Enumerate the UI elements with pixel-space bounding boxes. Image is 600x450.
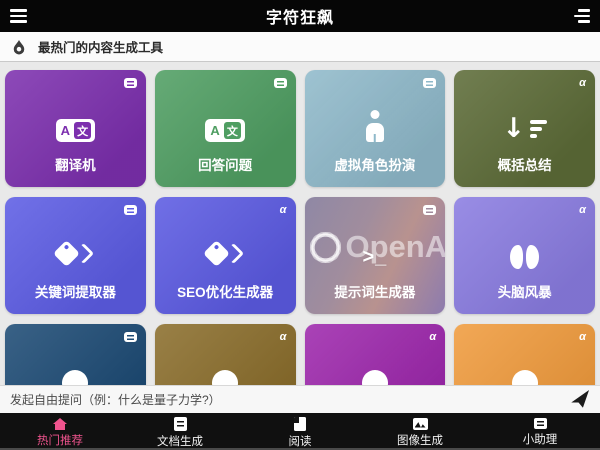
nav-item-reading[interactable]: 阅读 — [240, 413, 360, 450]
top-app-bar: 字符狂飙 — [0, 0, 600, 32]
tool-card-seo-generator[interactable]: α SEO优化生成器 — [155, 197, 296, 314]
tool-icon — [362, 370, 388, 385]
tool-card-label: 头脑风暴 — [498, 281, 552, 298]
nav-item-document-generation[interactable]: 文档生成 — [120, 413, 240, 450]
tool-card-label: 概括总结 — [498, 154, 552, 171]
free-question-bar — [0, 385, 600, 413]
translate-icon: A 文 — [56, 119, 95, 142]
brain-icon — [510, 245, 539, 269]
alpha-badge-icon: α — [579, 78, 586, 88]
chat-bubble-icon — [124, 332, 137, 342]
tool-card-translator[interactable]: A 文 翻译机 — [5, 70, 146, 187]
openai-watermark-text: OpenAI — [346, 229, 446, 265]
hamburger-menu-icon[interactable] — [10, 7, 32, 25]
alpha-badge-icon: α — [280, 205, 287, 215]
document-icon — [174, 417, 187, 431]
tool-icon — [212, 370, 238, 385]
tool-card-label: 翻译机 — [55, 154, 96, 171]
chat-bubble-icon — [423, 205, 436, 215]
options-menu-icon[interactable] — [568, 7, 590, 25]
tool-card-label: 虚拟角色扮演 — [334, 154, 415, 171]
tool-card-label: 提示词生成器 — [334, 281, 415, 298]
tags-icon — [203, 239, 247, 269]
tool-card-prompt-generator[interactable]: OpenAI >_ 提示词生成器 — [305, 197, 446, 314]
book-icon — [294, 417, 306, 431]
tool-card-answer-questions[interactable]: A 文 回答问题 — [155, 70, 296, 187]
chat-bubble-icon — [423, 78, 436, 88]
tags-icon — [53, 239, 97, 269]
translate-icon: A 文 — [205, 119, 244, 142]
person-icon — [360, 110, 390, 142]
tool-card-row3-2[interactable]: α — [155, 324, 296, 385]
nav-item-assistant[interactable]: 小助理 — [480, 413, 600, 450]
alpha-badge-icon: α — [579, 332, 586, 342]
tool-card-label: 关键词提取器 — [35, 281, 116, 298]
nav-item-hot-recommendations[interactable]: 热门推荐 — [0, 413, 120, 450]
fire-icon — [12, 39, 26, 55]
openai-logo-icon — [312, 234, 339, 261]
tool-card-keyword-extractor[interactable]: 关键词提取器 — [5, 197, 146, 314]
tool-card-row3-1[interactable] — [5, 324, 146, 385]
nav-item-image-generation[interactable]: 图像生成 — [360, 413, 480, 450]
section-title: 最热门的内容生成工具 — [38, 37, 163, 56]
tool-icon — [62, 370, 88, 385]
app-root: 字符狂飙 最热门的内容生成工具 A 文 翻译机 A 文 — [0, 0, 600, 450]
tool-card-brainstorm[interactable]: α 头脑风暴 — [454, 197, 595, 314]
tool-card-summarize[interactable]: α ↓ 概括总结 — [454, 70, 595, 187]
tool-card-label: SEO优化生成器 — [177, 281, 273, 298]
chat-bubble-icon — [124, 205, 137, 215]
summarize-icon: ↓ — [502, 116, 547, 142]
home-icon — [53, 418, 67, 430]
tool-grid: A 文 翻译机 A 文 回答问题 虚拟角色扮演 α — [0, 62, 600, 385]
tool-card-label: 回答问题 — [198, 154, 252, 171]
tool-card-roleplay[interactable]: 虚拟角色扮演 — [305, 70, 446, 187]
chat-bubble-icon — [274, 78, 287, 88]
app-title: 字符狂飙 — [0, 4, 600, 28]
terminal-prompt-icon: >_ — [362, 246, 387, 269]
alpha-badge-icon: α — [429, 332, 436, 342]
chat-bubble-icon — [124, 78, 137, 88]
image-icon — [413, 418, 428, 430]
chat-assistant-icon — [534, 418, 547, 429]
tool-card-row3-4[interactable]: α — [454, 324, 595, 385]
bottom-nav: 热门推荐 文档生成 阅读 图像生成 小助理 — [0, 413, 600, 450]
send-icon[interactable] — [570, 390, 591, 409]
alpha-badge-icon: α — [280, 332, 287, 342]
free-question-input[interactable] — [10, 393, 563, 407]
tool-card-row3-3[interactable]: α — [305, 324, 446, 385]
section-header: 最热门的内容生成工具 — [0, 32, 600, 62]
tool-icon — [512, 370, 538, 385]
alpha-badge-icon: α — [579, 205, 586, 215]
